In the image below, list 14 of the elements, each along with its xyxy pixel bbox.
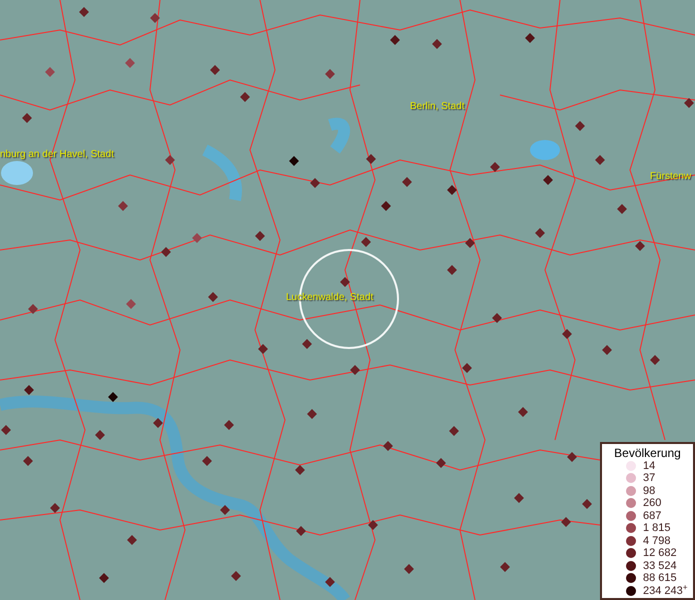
place-label: Berlin, Stadt: [410, 101, 464, 113]
legend-label: 37: [643, 472, 656, 484]
legend-label: 33 524: [643, 560, 677, 572]
legend-title: Bevölkerung: [613, 446, 682, 460]
legend-label: 98: [643, 484, 656, 497]
legend-label: 4 798: [643, 534, 671, 547]
legend-label: 260: [643, 497, 662, 510]
place-label: Fürstenw: [650, 171, 692, 183]
legend-label: 687: [643, 510, 662, 522]
legend-label: 14: [643, 460, 656, 472]
legend-label: 234 243$^{+}$: [643, 584, 688, 597]
legend-label: 12 682: [643, 547, 677, 560]
legend-label: 88 615: [643, 572, 677, 584]
legend-label: 1 815: [643, 522, 671, 534]
